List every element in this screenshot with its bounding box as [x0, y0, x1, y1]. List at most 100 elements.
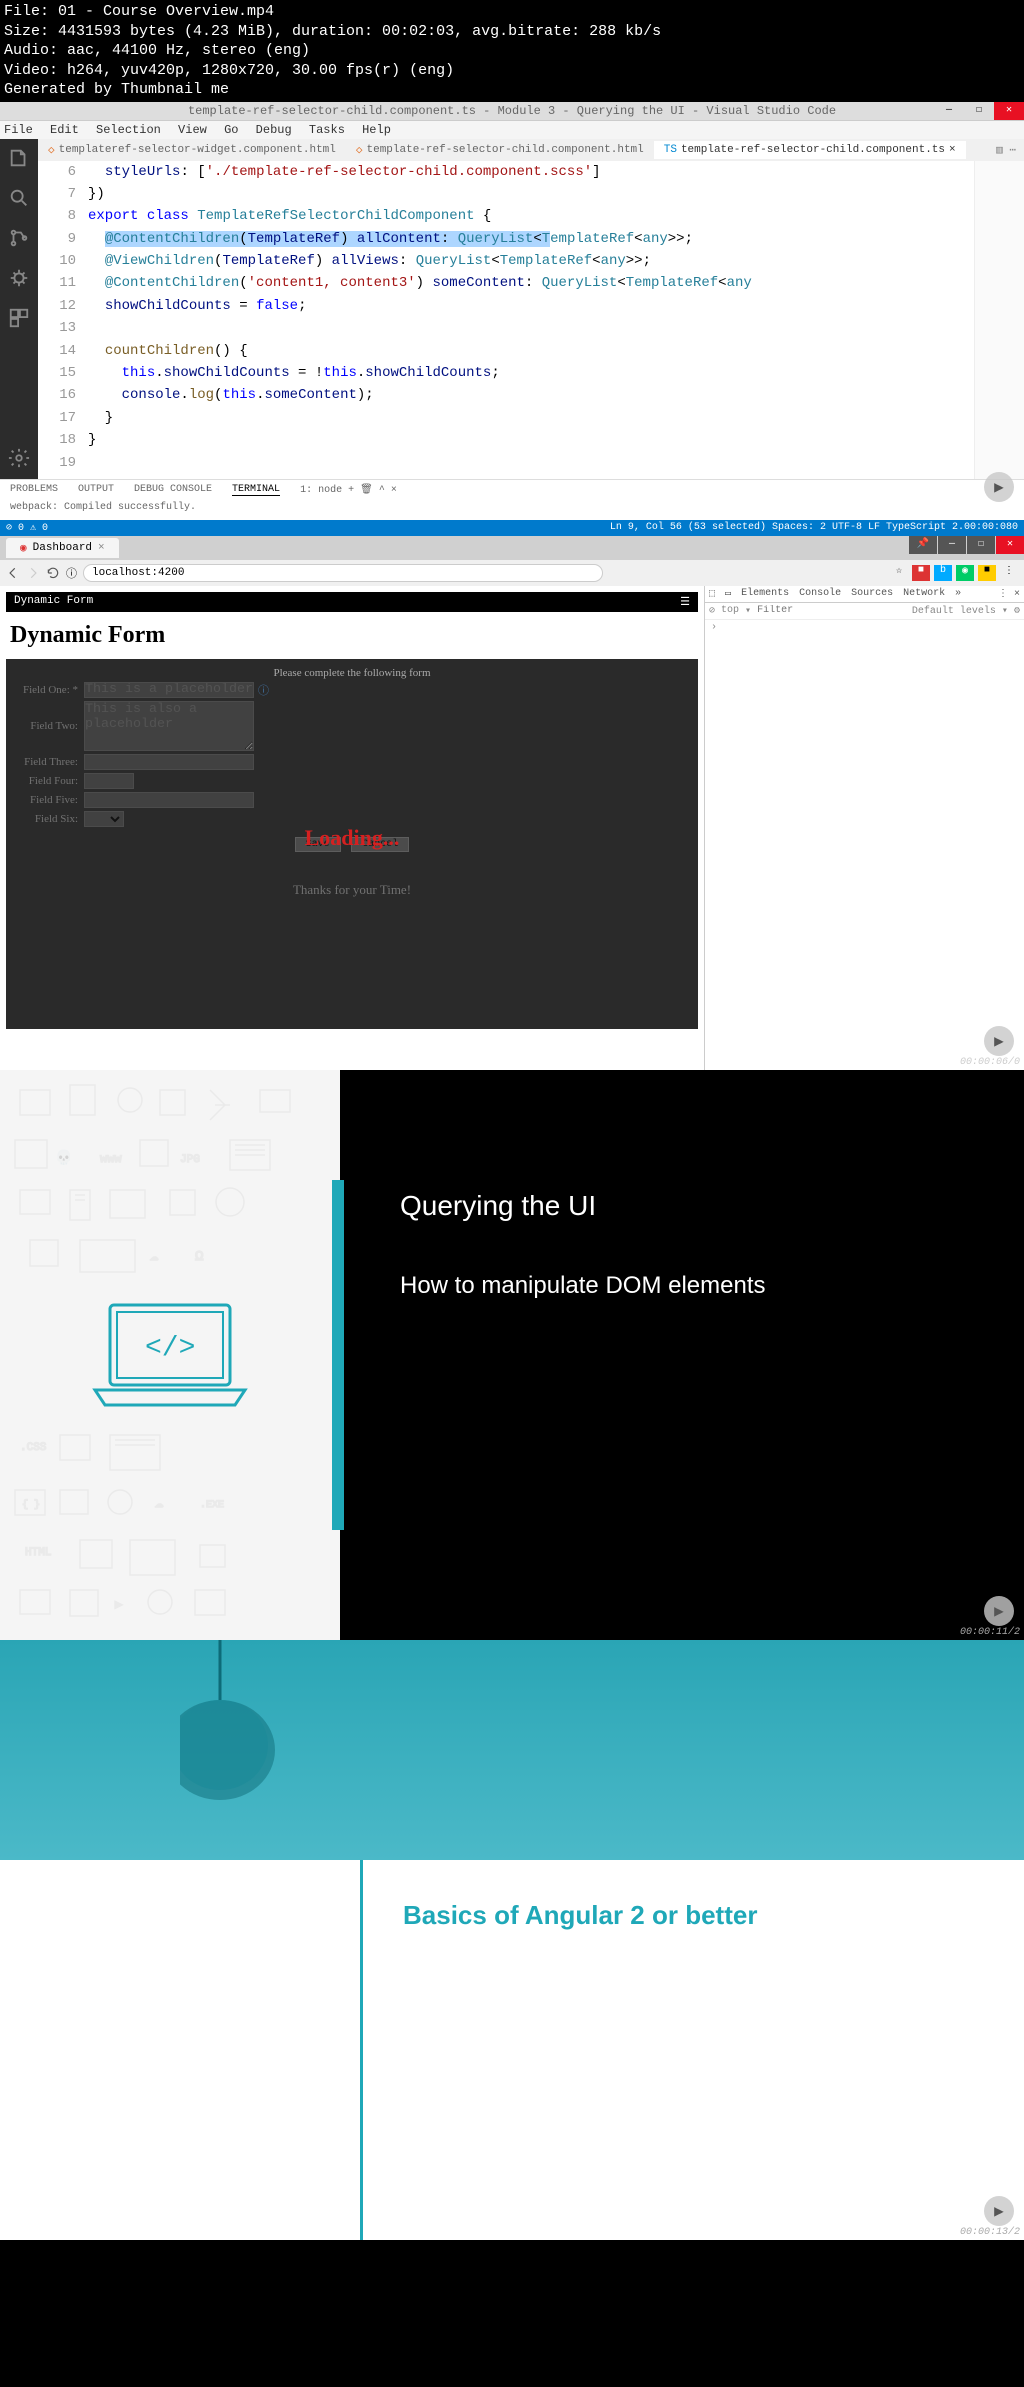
- terminal-close-icon[interactable]: ×: [391, 485, 397, 496]
- page-title: Dynamic Form: [10, 622, 694, 649]
- menu-debug[interactable]: Debug: [256, 123, 292, 137]
- field-one-input[interactable]: [84, 682, 254, 698]
- play-icon[interactable]: ▶: [984, 2196, 1014, 2226]
- files-icon[interactable]: [8, 147, 30, 169]
- browser-tab[interactable]: ◉ Dashboard ×: [6, 538, 119, 558]
- field-five-input[interactable]: [84, 792, 254, 808]
- status-right[interactable]: Ln 9, Col 56 (53 selected) Spaces: 2 UTF…: [610, 522, 1018, 534]
- field-three-input[interactable]: [84, 754, 254, 770]
- header-title: Dynamic Form: [14, 595, 93, 609]
- dt-gear-icon[interactable]: ⚙: [1014, 605, 1020, 617]
- terminal-new-icon[interactable]: +: [348, 485, 360, 496]
- tab-child-ts[interactable]: TStemplate-ref-selector-child.component.…: [654, 141, 966, 159]
- timestamp: 00:00:11/2: [960, 1627, 1020, 1638]
- git-icon[interactable]: [8, 227, 30, 249]
- close-button[interactable]: ✕: [996, 536, 1024, 554]
- tab-child-html[interactable]: ◇template-ref-selector-child.component.h…: [346, 140, 654, 160]
- dt-inspect-icon[interactable]: ⬚: [709, 588, 715, 600]
- minimap[interactable]: [974, 161, 1024, 479]
- svg-text:Ω: Ω: [195, 1249, 203, 1265]
- close-icon[interactable]: ×: [98, 542, 105, 554]
- menu-bar[interactable]: File Edit Selection View Go Debug Tasks …: [0, 121, 1024, 139]
- field-four-input[interactable]: [84, 773, 134, 789]
- debug-icon[interactable]: [8, 267, 30, 289]
- slide-basics: Basics of Angular 2 or better ▶ 00:00:13…: [0, 1860, 1024, 2240]
- pin-button[interactable]: 📌: [909, 536, 937, 554]
- gear-icon[interactable]: [8, 447, 30, 469]
- url-input[interactable]: [83, 564, 603, 582]
- menu-view[interactable]: View: [178, 123, 207, 137]
- back-icon[interactable]: [6, 566, 20, 580]
- star-icon[interactable]: ☆: [890, 565, 908, 581]
- devtools-console[interactable]: ›: [705, 620, 1024, 1070]
- window-buttons: — ☐ ✕: [934, 102, 1024, 120]
- tab-widget-html[interactable]: ◇templateref-selector-widget.component.h…: [38, 140, 346, 160]
- svg-text:.CSS: .CSS: [20, 1442, 47, 1454]
- slide-subtitle: How to manipulate DOM elements: [400, 1272, 964, 1300]
- hamburger-icon[interactable]: ☰: [680, 595, 690, 609]
- menu-selection[interactable]: Selection: [96, 123, 161, 137]
- close-icon[interactable]: ×: [949, 144, 956, 156]
- ext-icon-3[interactable]: ◉: [956, 565, 974, 581]
- field-one-label: Field One: *: [14, 684, 84, 696]
- dt-tab-network[interactable]: Network: [903, 588, 945, 600]
- forward-icon[interactable]: [26, 566, 40, 580]
- maximize-button[interactable]: ☐: [964, 102, 994, 120]
- menu-help[interactable]: Help: [362, 123, 391, 137]
- menu-edit[interactable]: Edit: [50, 123, 79, 137]
- extensions-icon[interactable]: [8, 307, 30, 329]
- tab-debug-console[interactable]: DEBUG CONSOLE: [134, 484, 212, 496]
- menu-file[interactable]: File: [4, 123, 33, 137]
- slide-text: Querying the UI How to manipulate DOM el…: [340, 1070, 1024, 1640]
- dt-tab-console[interactable]: Console: [799, 588, 841, 600]
- svg-text:HTML: HTML: [25, 1547, 51, 1559]
- code-editor[interactable]: 678910111213141516171819 styleUrls: ['./…: [38, 161, 1024, 479]
- tab-output[interactable]: OUTPUT: [78, 484, 114, 496]
- dt-context[interactable]: top: [721, 605, 739, 616]
- play-icon[interactable]: ▶: [984, 472, 1014, 502]
- terminal-up-icon[interactable]: ^: [379, 485, 391, 496]
- dt-tab-more[interactable]: »: [955, 588, 961, 600]
- play-icon[interactable]: ▶: [984, 1026, 1014, 1056]
- tab-terminal[interactable]: TERMINAL: [232, 484, 280, 496]
- gen-line: Generated by Thumbnail me: [4, 80, 1020, 100]
- dt-tab-elements[interactable]: Elements: [741, 588, 789, 600]
- code-lines[interactable]: styleUrls: ['./template-ref-selector-chi…: [88, 161, 974, 479]
- tab-problems[interactable]: PROBLEMS: [10, 484, 58, 496]
- play-icon[interactable]: ▶: [984, 1596, 1014, 1626]
- minimize-button[interactable]: —: [934, 102, 964, 120]
- menu-go[interactable]: Go: [224, 123, 238, 137]
- ext-icon-2[interactable]: b: [934, 565, 952, 581]
- minimize-button[interactable]: —: [938, 536, 966, 554]
- dt-menu-icon[interactable]: ⋮ ×: [998, 588, 1020, 600]
- dt-filter-input[interactable]: [757, 605, 807, 616]
- line-numbers: 678910111213141516171819: [38, 161, 88, 479]
- dt-levels[interactable]: Default levels ▾: [912, 605, 1008, 617]
- dt-device-icon[interactable]: ▭: [725, 588, 731, 600]
- info-icon[interactable]: ⓘ: [66, 565, 77, 581]
- menu-icon[interactable]: ⋮: [1000, 565, 1018, 581]
- status-bar: ⊘ 0 ⚠ 0 Ln 9, Col 56 (53 selected) Space…: [0, 520, 1024, 536]
- svg-text:☁: ☁: [155, 1496, 164, 1512]
- teal-band: [0, 1640, 1024, 1860]
- terminal-selector[interactable]: 1: node: [300, 485, 342, 496]
- maximize-button[interactable]: ☐: [967, 536, 995, 554]
- status-left[interactable]: ⊘ 0 ⚠ 0: [6, 522, 48, 534]
- close-button[interactable]: ✕: [994, 102, 1024, 120]
- timestamp: 00:00:13/2: [960, 2227, 1020, 2238]
- split-icon[interactable]: ▥ ⋯: [996, 143, 1016, 157]
- dt-tab-sources[interactable]: Sources: [851, 588, 893, 600]
- accent-bar: [332, 1180, 344, 1530]
- menu-tasks[interactable]: Tasks: [309, 123, 345, 137]
- form-container: Please complete the following form Field…: [6, 659, 698, 1029]
- reload-icon[interactable]: [46, 566, 60, 580]
- ext-icon-1[interactable]: ■: [912, 565, 930, 581]
- editor-tabs: ◇templateref-selector-widget.component.h…: [38, 139, 1024, 161]
- search-icon[interactable]: [8, 187, 30, 209]
- field-two-input[interactable]: [84, 701, 254, 751]
- dt-clear-icon[interactable]: ⊘: [709, 605, 715, 617]
- terminal-output[interactable]: webpack: Compiled successfully.: [0, 500, 1024, 520]
- media-info: File: 01 - Course Overview.mp4 Size: 443…: [0, 0, 1024, 102]
- terminal-trash-icon[interactable]: 🗑: [360, 485, 379, 496]
- ext-icon-4[interactable]: ■: [978, 565, 996, 581]
